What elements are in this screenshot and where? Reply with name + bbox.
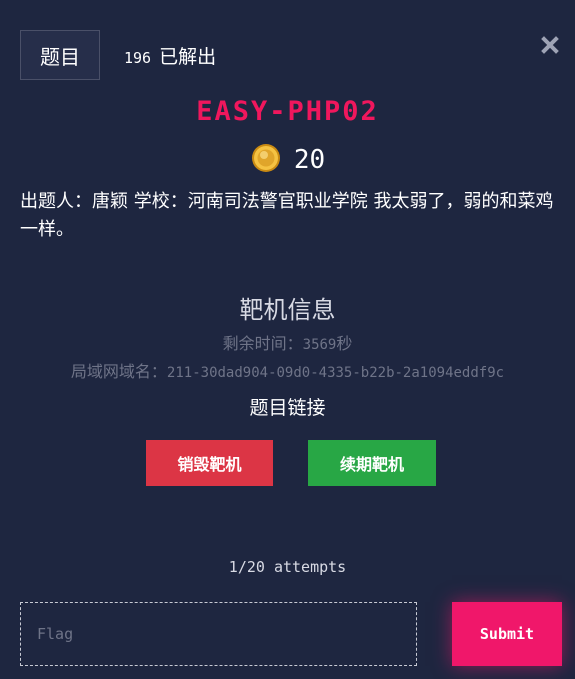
flag-input[interactable] (20, 602, 417, 666)
target-info-heading: 靶机信息 (239, 296, 336, 324)
challenge-description: 出题人：唐颖 学校：河南司法警官职业学院 我太弱了，弱的和菜鸡一样。 (20, 191, 554, 240)
solve-count-number: 196 (124, 49, 152, 67)
remaining-time: 剩余时间：3569秒 (0, 330, 575, 354)
lan-domain-value: 211-30dad904-09d0-4335-b22b-2a1094eddf9c (166, 365, 505, 381)
renew-target-button[interactable]: 续期靶机 (308, 440, 436, 486)
close-icon[interactable] (539, 34, 561, 56)
challenge-link[interactable]: 题目链接 (0, 393, 575, 420)
lan-domain: 局域网域名：211-30dad904-09d0-4335-b22b-2a1094… (0, 358, 575, 382)
points-value: 20 (293, 145, 326, 175)
coin-icon (250, 142, 282, 178)
challenge-title: EASY-PHP02 (196, 96, 379, 127)
destroy-target-button[interactable]: 销毁靶机 (146, 440, 273, 486)
challenge-tab-button[interactable]: 题目 (20, 30, 100, 80)
remaining-time-value: 3569 (302, 337, 337, 353)
remaining-time-label: 剩余时间： (222, 334, 303, 353)
solve-count: 196 已解出 (124, 42, 216, 69)
challenge-points: 20 (0, 142, 575, 178)
submit-button[interactable]: Submit (452, 602, 562, 666)
remaining-time-unit: 秒 (336, 334, 353, 353)
lan-domain-label: 局域网域名： (70, 362, 167, 381)
attempts-counter: 1/20 attempts (228, 558, 347, 576)
solve-count-label: 已解出 (159, 46, 217, 68)
challenge-modal: 题目 196 已解出 EASY-PHP02 20 出题人：唐颖 学校：河南司法警… (0, 0, 575, 679)
